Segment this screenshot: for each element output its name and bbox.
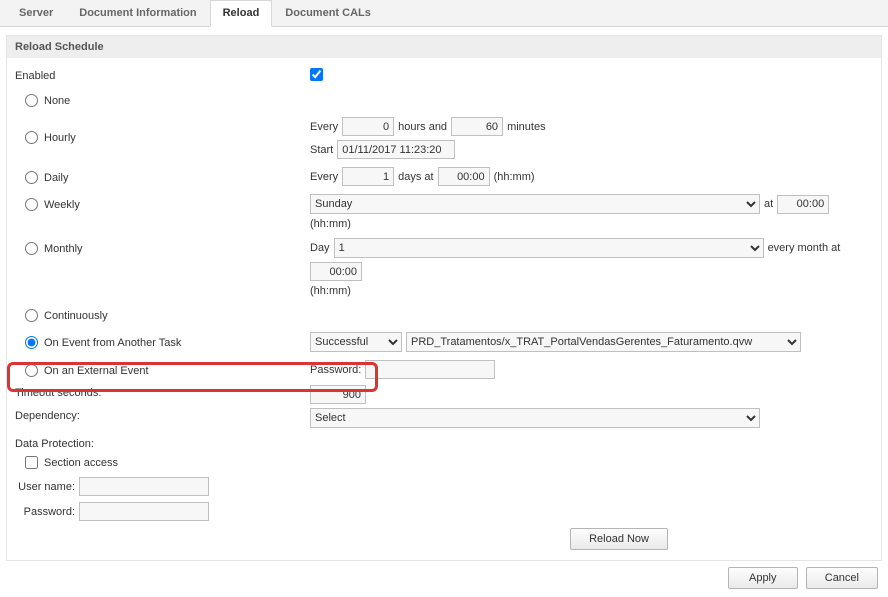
- tab-document-information[interactable]: Document Information: [66, 0, 209, 26]
- hourly-label: Hourly: [44, 132, 76, 144]
- on-event-task-label: On Event from Another Task: [44, 337, 181, 349]
- days-at-label: days at: [398, 171, 433, 183]
- weekly-hhmm-label: (hh:mm): [310, 218, 351, 230]
- daily-at-input[interactable]: [438, 167, 490, 186]
- event-password-input[interactable]: [365, 360, 495, 379]
- radio-on-event-task[interactable]: [25, 336, 38, 349]
- dp-password-input[interactable]: [79, 502, 209, 521]
- radio-continuously[interactable]: [25, 309, 38, 322]
- hourly-minutes-input[interactable]: [451, 117, 503, 136]
- weekly-day-select[interactable]: Sunday: [310, 194, 760, 214]
- every-month-at-label: every month at: [768, 242, 841, 254]
- minutes-label: minutes: [507, 121, 546, 133]
- data-protection-label: Data Protection:: [15, 438, 94, 450]
- hourly-every-input[interactable]: [342, 117, 394, 136]
- apply-button[interactable]: Apply: [728, 567, 798, 589]
- radio-on-external-event[interactable]: [25, 364, 38, 377]
- daily-hhmm-label: (hh:mm): [494, 171, 535, 183]
- none-label: None: [44, 95, 70, 107]
- weekly-at-label: at: [764, 198, 773, 210]
- cancel-button[interactable]: Cancel: [806, 567, 878, 589]
- on-external-event-label: On an External Event: [44, 365, 149, 377]
- timeout-seconds-label: Timeout seconds:: [15, 387, 101, 399]
- radio-hourly[interactable]: [25, 131, 38, 144]
- hourly-start-input[interactable]: [337, 140, 455, 159]
- tab-bar: Server Document Information Reload Docum…: [0, 0, 888, 27]
- tab-reload[interactable]: Reload: [210, 0, 273, 27]
- section-access-checkbox[interactable]: [25, 456, 38, 469]
- user-name-label: User name:: [15, 481, 75, 493]
- reload-now-button[interactable]: Reload Now: [570, 528, 668, 550]
- radio-weekly[interactable]: [25, 198, 38, 211]
- radio-monthly[interactable]: [25, 242, 38, 255]
- hourly-every-label: Every: [310, 121, 338, 133]
- timeout-seconds-input[interactable]: [310, 385, 366, 404]
- hours-and-label: hours and: [398, 121, 447, 133]
- user-name-input[interactable]: [79, 477, 209, 496]
- footer-buttons: Apply Cancel: [0, 561, 888, 597]
- start-label: Start: [310, 144, 333, 156]
- monthly-day-label: Day: [310, 242, 330, 254]
- dependency-select[interactable]: Select: [310, 408, 760, 428]
- daily-every-input[interactable]: [342, 167, 394, 186]
- monthly-at-input[interactable]: [310, 262, 362, 281]
- tab-server[interactable]: Server: [6, 0, 66, 26]
- enabled-checkbox[interactable]: [310, 68, 323, 81]
- daily-every-label: Every: [310, 171, 338, 183]
- tab-document-cals[interactable]: Document CALs: [272, 0, 384, 26]
- weekly-label: Weekly: [44, 199, 80, 211]
- event-password-label: Password:: [310, 364, 361, 376]
- daily-label: Daily: [44, 172, 68, 184]
- continuously-label: Continuously: [44, 310, 108, 322]
- enabled-label: Enabled: [15, 70, 55, 82]
- dependency-label: Dependency:: [15, 410, 80, 422]
- weekly-at-input[interactable]: [777, 195, 829, 214]
- monthly-day-select[interactable]: 1: [334, 238, 764, 258]
- reload-schedule-panel: Reload Schedule Enabled None: [6, 35, 882, 561]
- dp-password-label: Password:: [15, 506, 75, 518]
- panel-title: Reload Schedule: [7, 36, 881, 58]
- event-task-select[interactable]: PRD_Tratamentos/x_TRAT_PortalVendasGeren…: [406, 332, 801, 352]
- monthly-hhmm-label: (hh:mm): [310, 285, 351, 297]
- monthly-label: Monthly: [44, 243, 83, 255]
- radio-daily[interactable]: [25, 171, 38, 184]
- radio-none[interactable]: [25, 94, 38, 107]
- event-status-select[interactable]: Successful: [310, 332, 402, 352]
- section-access-label: Section access: [44, 457, 118, 469]
